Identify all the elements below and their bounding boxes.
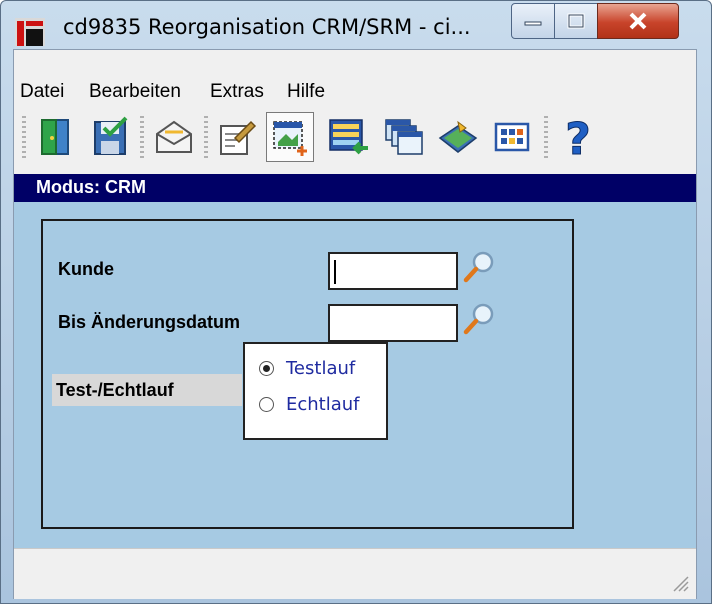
toolbar: ? <box>14 110 696 168</box>
edit-document-button[interactable] <box>212 112 260 162</box>
toolbar-grip[interactable] <box>22 116 26 158</box>
window-title: cd9835 Reorganisation CRM/SRM - ci... <box>63 15 471 39</box>
help-icon: ? <box>565 114 592 160</box>
menu-hilfe[interactable]: Hilfe <box>287 81 325 103</box>
resize-grip-icon[interactable] <box>668 571 690 593</box>
maximize-icon <box>567 13 585 29</box>
kunde-input[interactable] <box>328 252 458 290</box>
menu-bearbeiten[interactable]: Bearbeiten <box>89 81 181 103</box>
exit-door-icon <box>41 119 69 155</box>
text-caret <box>334 260 336 284</box>
toolbar-separator <box>140 116 144 158</box>
toolbar-separator <box>204 116 208 158</box>
application-window: cd9835 Reorganisation CRM/SRM - ci... Da… <box>0 0 712 604</box>
list-transfer-button[interactable] <box>324 112 372 162</box>
radio-echtlauf-label[interactable]: Echtlauf <box>286 394 360 415</box>
close-icon <box>629 12 647 30</box>
radio-button-selected[interactable] <box>259 361 274 376</box>
new-window-icon <box>273 121 307 156</box>
mail-icon <box>156 120 192 153</box>
help-button[interactable]: ? <box>554 112 602 162</box>
close-button[interactable] <box>597 3 679 39</box>
minimize-icon <box>524 21 542 26</box>
menu-datei[interactable]: Datei <box>20 81 64 103</box>
minimize-button[interactable] <box>511 3 555 39</box>
title-bar[interactable]: cd9835 Reorganisation CRM/SRM - ci... <box>1 1 711 47</box>
save-button[interactable] <box>86 112 134 162</box>
cascade-windows-icon <box>385 119 423 155</box>
radio-echtlauf[interactable]: Echtlauf <box>259 394 360 415</box>
list-transfer-icon <box>329 119 368 155</box>
book-icon <box>438 120 478 153</box>
radio-button[interactable] <box>259 397 274 412</box>
maximize-button[interactable] <box>554 3 598 39</box>
mail-button[interactable] <box>150 112 198 162</box>
kunde-label: Kunde <box>58 259 114 279</box>
calendar-grid-icon <box>494 122 530 152</box>
radio-dot <box>263 365 270 372</box>
svg-text:?: ? <box>565 114 591 160</box>
book-button[interactable] <box>434 112 482 162</box>
menu-bar: Datei Bearbeiten Extras Hilfe <box>14 50 696 106</box>
mode-bar: Modus: CRM <box>14 174 696 202</box>
client-area: Datei Bearbeiten Extras Hilfe ? Modus: C… <box>13 49 697 599</box>
datum-lookup-icon[interactable] <box>462 302 496 336</box>
datum-input[interactable] <box>328 304 458 342</box>
run-mode-radio-group: Testlauf Echtlauf <box>243 342 388 440</box>
cascade-windows-button[interactable] <box>380 112 428 162</box>
kunde-lookup-icon[interactable] <box>462 250 496 284</box>
form-area: Kunde Bis Änderungsdatum Test-/Echtlauf … <box>14 202 696 548</box>
exit-button[interactable] <box>32 112 80 162</box>
toolbar-separator <box>544 116 548 158</box>
datum-label: Bis Änderungsdatum <box>58 312 241 332</box>
new-window-button[interactable] <box>266 112 314 162</box>
calendar-grid-button[interactable] <box>488 112 536 162</box>
menu-extras[interactable]: Extras <box>210 81 264 103</box>
mode-label: Modus: CRM <box>36 177 146 197</box>
run-mode-label: Test-/Echtlauf <box>56 380 174 400</box>
edit-document-icon <box>220 120 257 155</box>
save-icon <box>94 116 128 155</box>
radio-testlauf[interactable]: Testlauf <box>259 358 355 379</box>
app-icon <box>15 18 45 46</box>
radio-testlauf-label[interactable]: Testlauf <box>286 358 355 379</box>
status-bar <box>14 548 696 599</box>
